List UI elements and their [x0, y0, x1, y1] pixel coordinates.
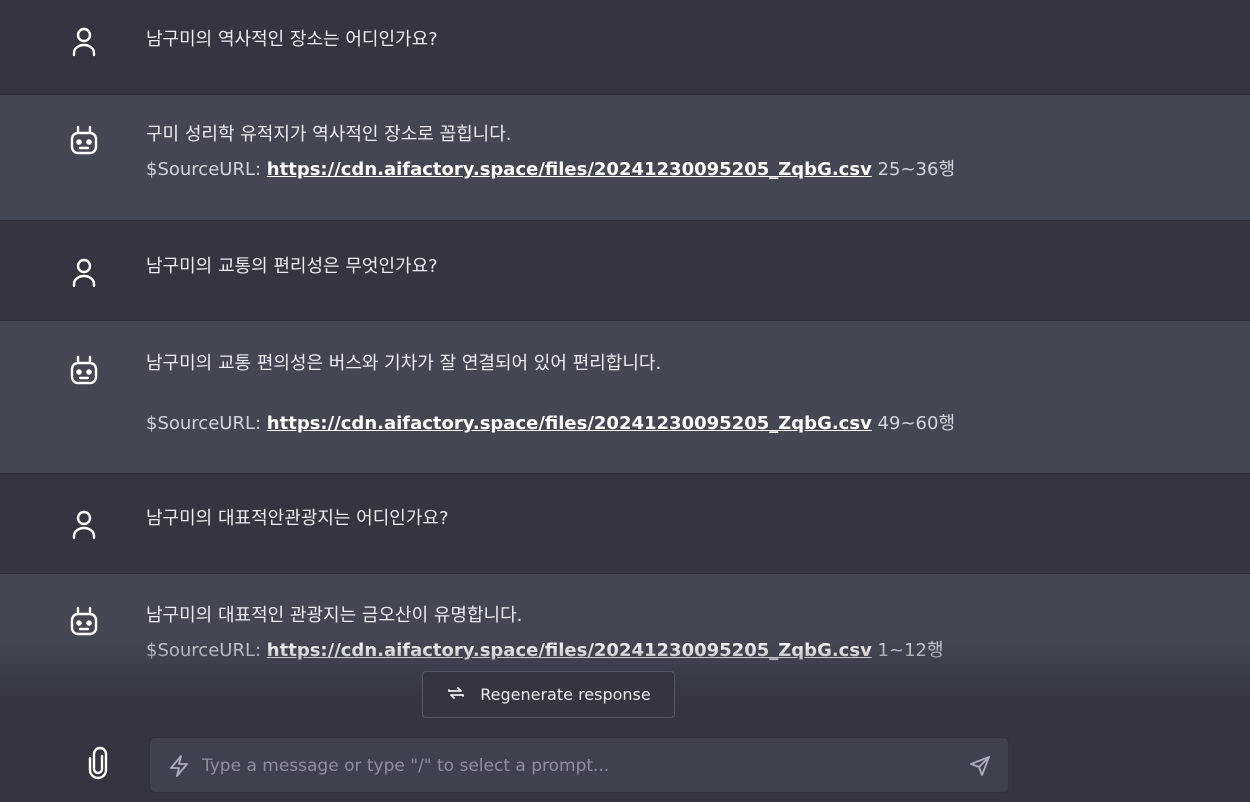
send-icon[interactable]: [968, 754, 992, 778]
regenerate-button[interactable]: Regenerate response: [422, 671, 675, 718]
source-rows: 25~36행: [877, 159, 955, 180]
message-text: 남구미의 교통 편의성은 버스와 기차가 잘 연결되어 있어 편리합니다.: [146, 353, 662, 374]
robot-icon: [68, 125, 100, 157]
message-text: 남구미의 대표적인 관광지는 금오산이 유명합니다.: [146, 605, 523, 626]
user-icon: [68, 256, 100, 288]
user-icon: [68, 508, 100, 540]
source-link[interactable]: https://cdn.aifactory.space/files/202412…: [267, 640, 872, 661]
refresh-icon: [446, 683, 466, 707]
bolt-icon[interactable]: [168, 754, 190, 778]
robot-icon: [68, 606, 100, 638]
paperclip-icon[interactable]: [84, 746, 112, 780]
source-rows: 1~12행: [877, 640, 944, 661]
user-message: 남구미의 역사적인 장소는 어디인가요?: [0, 0, 1250, 95]
source-prefix: $SourceURL:: [146, 640, 262, 661]
source-prefix: $SourceURL:: [146, 159, 262, 180]
source-prefix: $SourceURL:: [146, 413, 262, 434]
regenerate-label: Regenerate response: [480, 685, 651, 704]
message-text: 남구미의 대표적안관광지는 어디인가요?: [146, 508, 449, 529]
message-input[interactable]: [200, 748, 944, 784]
source-link[interactable]: https://cdn.aifactory.space/files/202412…: [267, 413, 872, 434]
message-text: 남구미의 교통의 편리성은 무엇인가요?: [146, 256, 438, 277]
message-text: 구미 성리학 유적지가 역사적인 장소로 꼽힙니다.: [146, 124, 512, 145]
source-line: $SourceURL: https://cdn.aifactory.space/…: [146, 159, 955, 181]
message-text: 남구미의 역사적인 장소는 어디인가요?: [146, 29, 438, 50]
robot-icon: [68, 355, 100, 387]
user-message: 남구미의 교통의 편리성은 무엇인가요?: [0, 221, 1250, 321]
source-line: $SourceURL: https://cdn.aifactory.space/…: [146, 413, 955, 435]
source-link[interactable]: https://cdn.aifactory.space/files/202412…: [267, 159, 872, 180]
user-icon: [68, 25, 100, 57]
user-message: 남구미의 대표적안관광지는 어디인가요?: [0, 474, 1250, 574]
source-line: $SourceURL: https://cdn.aifactory.space/…: [146, 640, 944, 662]
bot-message: 남구미의 교통 편의성은 버스와 기차가 잘 연결되어 있어 편리합니다. $S…: [0, 321, 1250, 474]
message-composer: [149, 737, 1009, 793]
chat-thread: 남구미의 역사적인 장소는 어디인가요? 구미 성리학 유적지가 역사적인 장소…: [0, 0, 1250, 700]
bot-message: 구미 성리학 유적지가 역사적인 장소로 꼽힙니다. $SourceURL: h…: [0, 95, 1250, 221]
source-rows: 49~60행: [877, 413, 955, 434]
